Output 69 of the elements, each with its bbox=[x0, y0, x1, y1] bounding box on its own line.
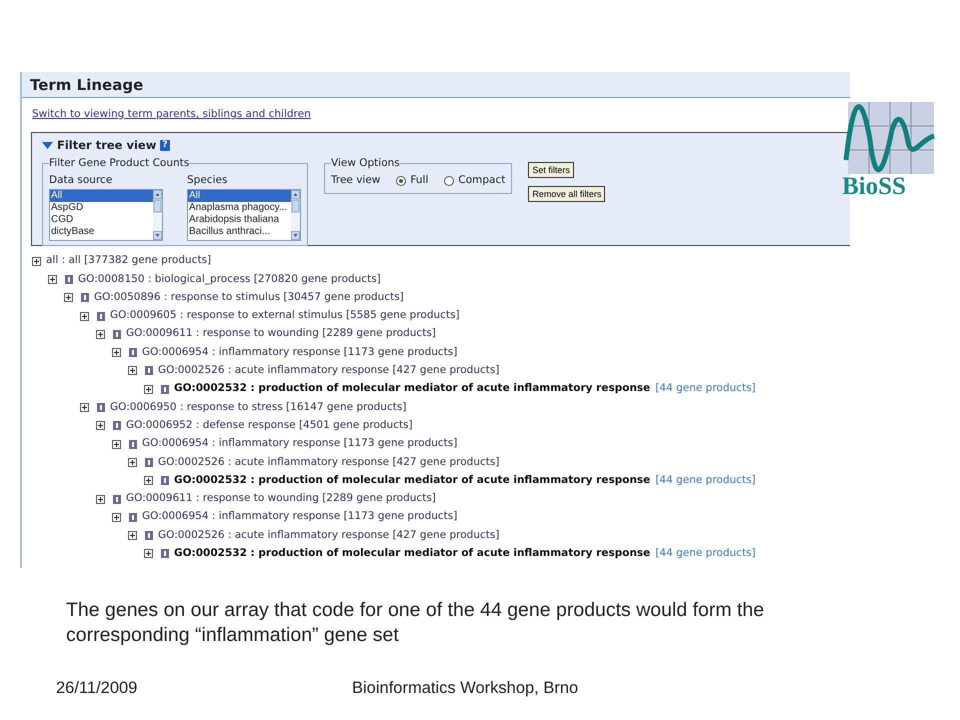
expand-icon bbox=[112, 440, 121, 449]
expand-icon bbox=[96, 494, 105, 504]
logo-text: BioSS bbox=[842, 174, 907, 199]
tree-node-label[interactable]: GO:0002532 : production of molecular mediator of acute inflammatory response bbox=[174, 546, 650, 562]
caret-icon bbox=[42, 142, 53, 150]
tree-node-label[interactable]: GO:0002526 : acute inflammatory response [427 gene products] bbox=[158, 528, 500, 544]
expand-icon bbox=[128, 531, 137, 540]
expand-icon bbox=[128, 366, 137, 376]
radio-button[interactable] bbox=[396, 176, 406, 186]
expand-icon bbox=[80, 312, 89, 321]
tree-node-label[interactable]: GO:0002526 : acute inflammatory response [427 gene products] bbox=[158, 454, 500, 470]
expand-icon bbox=[144, 476, 153, 486]
tree-node-label[interactable]: GO:0050896 : response to stimulus [30457 gene products] bbox=[94, 290, 404, 306]
footer-title: Bioinformatics Workshop, Brno bbox=[352, 678, 578, 699]
filter-toggle[interactable]: Filter tree view bbox=[42, 137, 156, 154]
list-label: Data source bbox=[49, 172, 114, 188]
gene-count: [44 gene products] bbox=[655, 546, 756, 562]
expand-icon bbox=[112, 512, 121, 522]
expand-icon bbox=[144, 549, 153, 558]
tree-node-label[interactable]: GO:0002526 : acute inflammatory response [427 gene products] bbox=[158, 363, 500, 379]
expand-icon bbox=[48, 274, 57, 284]
tree-node-label[interactable]: GO:0006954 : inflammatory response [1173 gene products] bbox=[142, 344, 458, 360]
scrollbar-icon bbox=[291, 190, 300, 240]
tree-node-label[interactable]: GO:0002532 : production of molecular mediator of acute inflammatory response bbox=[174, 381, 650, 398]
expand-icon bbox=[32, 256, 41, 266]
list-label: Species bbox=[187, 172, 228, 188]
view-switch-link[interactable]: Switch to viewing term parents, siblings and children bbox=[32, 107, 311, 123]
tree-node-label[interactable]: GO:0009611 : response to wounding [2289 gene products] bbox=[126, 326, 436, 342]
tree-node-label[interactable]: all : all [377382 gene products] bbox=[46, 253, 212, 270]
expand-icon bbox=[96, 330, 105, 339]
list-option[interactable]: Bacillus anthraci... bbox=[188, 226, 291, 238]
list-option[interactable]: AspGD bbox=[50, 202, 153, 214]
tree-node-label[interactable]: GO:0009605 : response to external stimulus [5585 gene products] bbox=[110, 308, 460, 324]
list-box[interactable]: All Anaplasma phagocy... Arabidopsis thaliana Bacillus anthraci... bbox=[187, 188, 301, 240]
tree-node-label[interactable]: GO:0008150 : biological_process [270820 gene products] bbox=[78, 272, 381, 288]
expand-icon bbox=[96, 421, 105, 430]
panel-title: Term Lineage bbox=[22, 72, 850, 98]
tree-node-label[interactable]: GO:0006954 : inflammatory response [1173 gene products] bbox=[142, 509, 458, 526]
list-box[interactable]: All AspGD CGD dictyBase bbox=[49, 188, 163, 240]
list-option[interactable]: Anaplasma phagocy... bbox=[188, 202, 291, 214]
list-option[interactable]: All bbox=[50, 190, 153, 202]
radio-label: Full bbox=[410, 172, 428, 188]
gene-count: [44 gene products] bbox=[655, 472, 756, 488]
expand-icon bbox=[64, 293, 73, 302]
caption: The genes on our array that code for one of the 44 gene products would form the corresponding “inflammation” gene set bbox=[66, 598, 766, 648]
expand-icon bbox=[128, 458, 137, 467]
tree-node-label[interactable]: GO:0009611 : response to wounding [2289 gene products] bbox=[126, 491, 436, 507]
tree-node-label[interactable]: GO:0006952 : defense response [4501 gene products] bbox=[126, 418, 413, 434]
footer-date: 26/11/2009 bbox=[56, 678, 138, 699]
radio-label: Compact bbox=[458, 172, 506, 188]
gene-count: [44 gene products] bbox=[655, 381, 756, 396]
help-button[interactable]: ? bbox=[160, 140, 170, 152]
tree-node-label[interactable]: GO:0002532 : production of molecular mediator of acute inflammatory response bbox=[174, 472, 650, 489]
list-option[interactable]: Arabidopsis thaliana bbox=[188, 214, 291, 226]
tree-node-label[interactable]: GO:0006954 : inflammatory response [1173 gene products] bbox=[142, 436, 458, 452]
radio-button[interactable] bbox=[444, 176, 454, 186]
list-option[interactable]: CGD bbox=[50, 214, 153, 226]
group-legend: View Options bbox=[331, 158, 400, 169]
expand-icon bbox=[80, 403, 89, 412]
filter-button[interactable]: Remove all filters bbox=[528, 186, 606, 202]
scrollbar-icon bbox=[153, 190, 162, 240]
option-label: Tree view bbox=[331, 172, 380, 188]
expand-icon bbox=[144, 384, 153, 394]
list-option[interactable]: All bbox=[188, 190, 291, 202]
filter-button[interactable]: Set filters bbox=[528, 162, 574, 178]
group-legend: Filter Gene Product Counts bbox=[49, 158, 190, 169]
list-option[interactable]: dictyBase bbox=[50, 226, 153, 238]
tree-node-label[interactable]: GO:0006950 : response to stress [16147 gene products] bbox=[110, 400, 406, 416]
expand-icon bbox=[112, 348, 121, 358]
